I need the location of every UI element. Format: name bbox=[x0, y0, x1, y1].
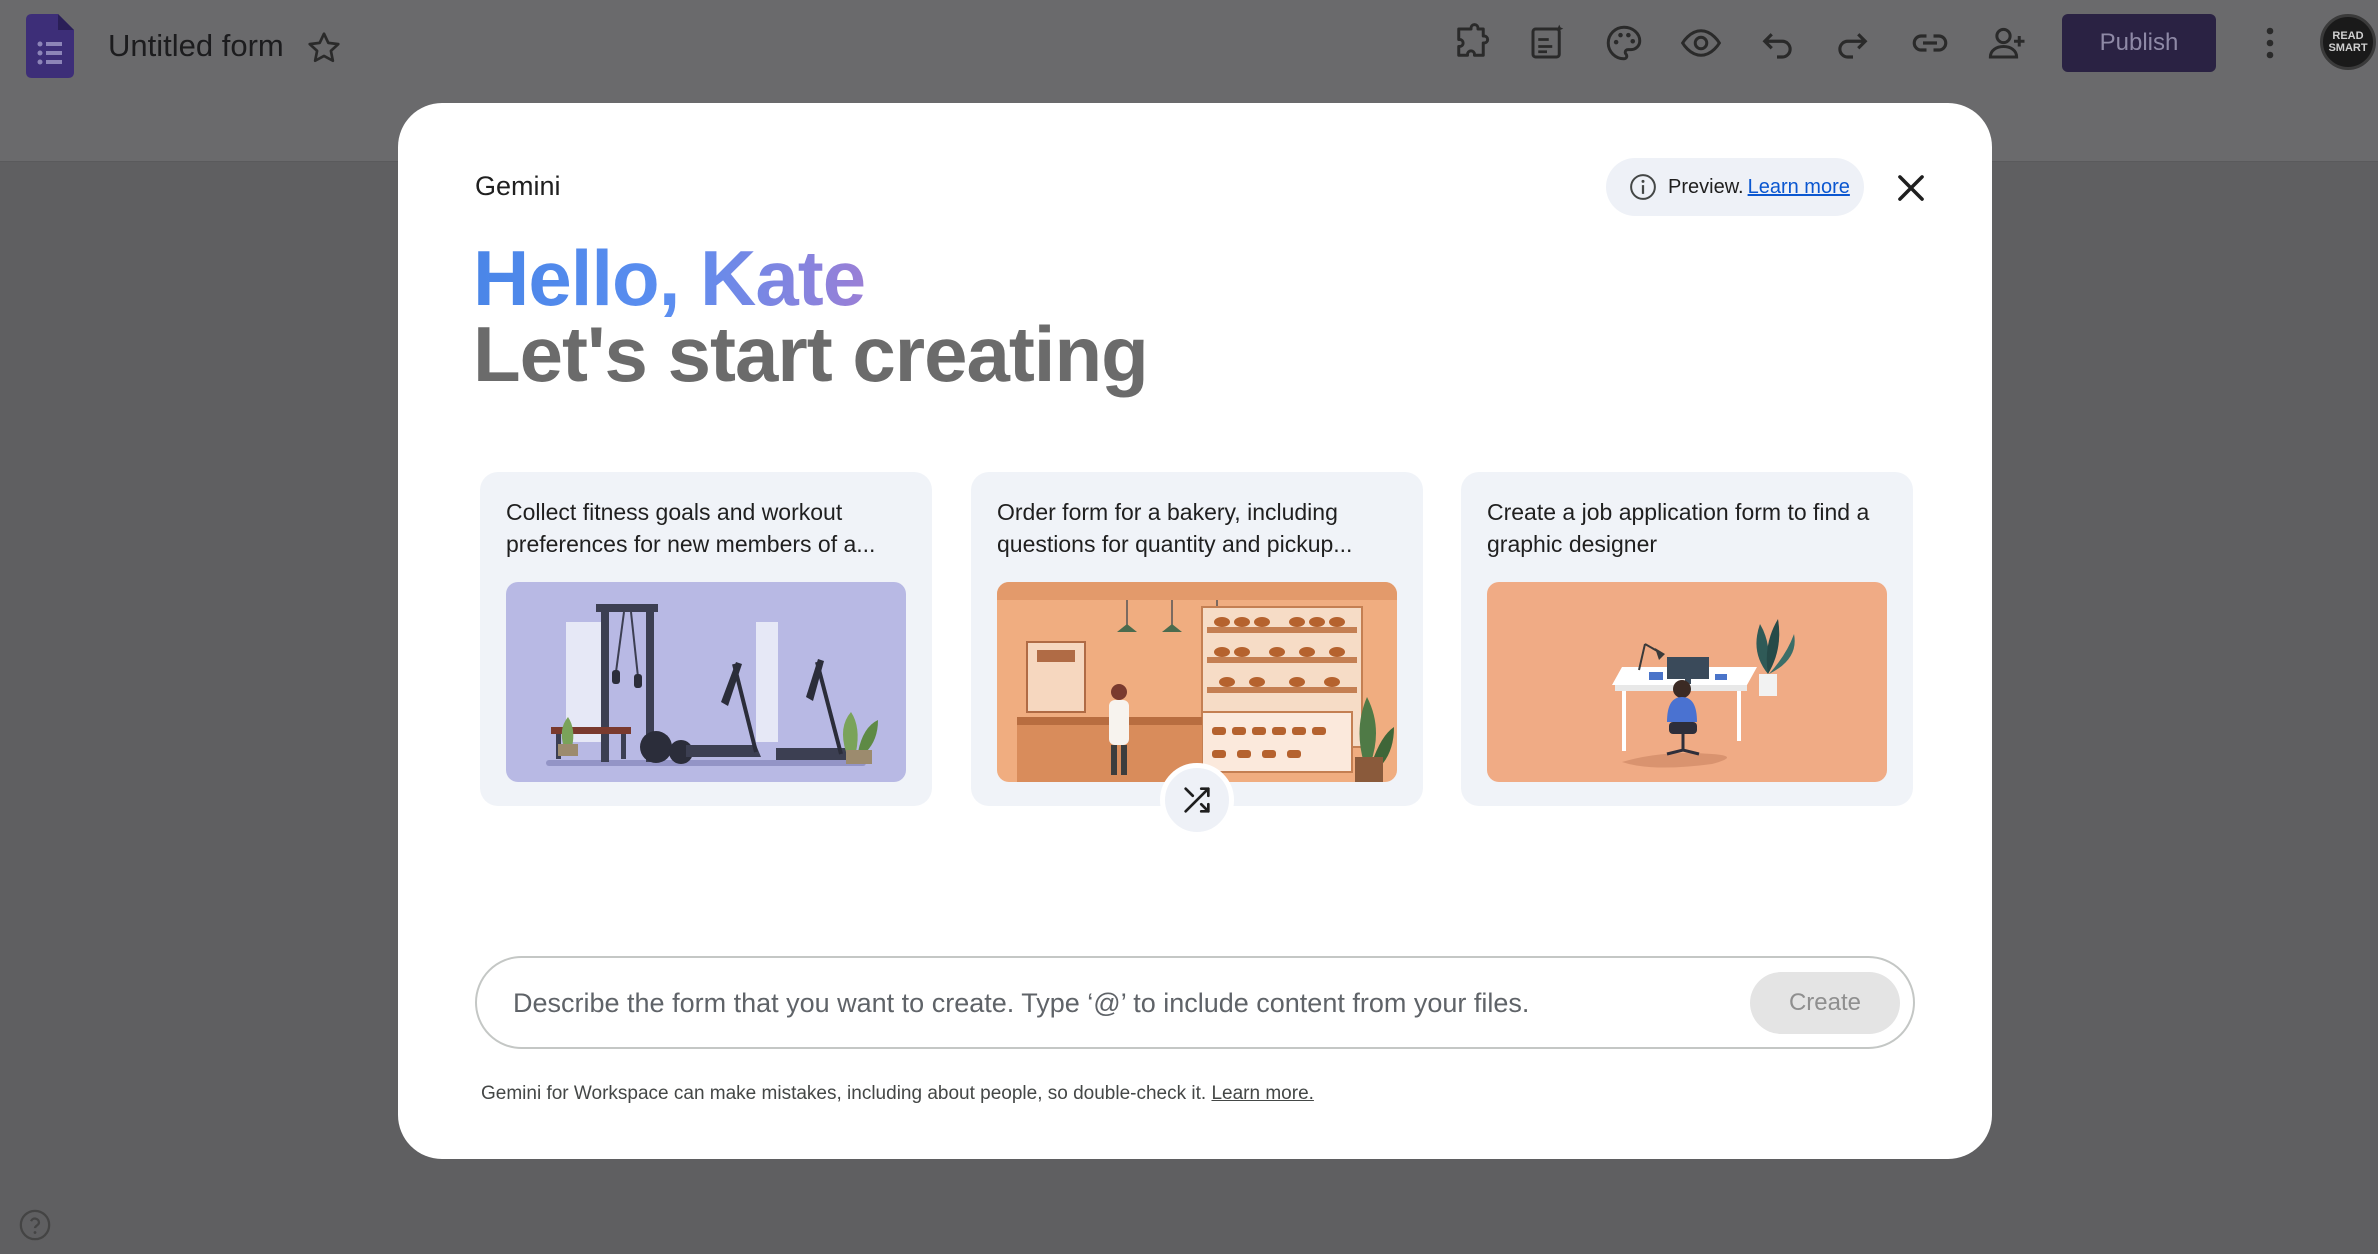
create-button[interactable]: Create bbox=[1750, 972, 1900, 1034]
redo-icon[interactable] bbox=[1832, 22, 1874, 64]
subheading: Let's start creating bbox=[473, 310, 1149, 398]
forms-logo-icon[interactable] bbox=[26, 14, 74, 78]
disclaimer-text: Gemini for Workspace can make mistakes, … bbox=[481, 1083, 1207, 1104]
prompt-input[interactable] bbox=[513, 978, 1713, 1028]
star-icon[interactable] bbox=[306, 30, 342, 66]
suggestion-card-text: Collect fitness goals and workout prefer… bbox=[506, 499, 876, 557]
suggestion-card-text: Create a job application form to find a … bbox=[1487, 499, 1870, 557]
undo-icon[interactable] bbox=[1756, 22, 1798, 64]
extension-icon[interactable] bbox=[1450, 22, 1492, 64]
prompt-box: Create bbox=[475, 956, 1915, 1049]
designer-desk-illustration bbox=[1487, 582, 1887, 782]
help-icon[interactable] bbox=[18, 1208, 52, 1242]
learn-more-link[interactable]: Learn more bbox=[1748, 176, 1850, 199]
gym-illustration bbox=[506, 582, 906, 782]
disclaimer: Gemini for Workspace can make mistakes, … bbox=[481, 1083, 1314, 1105]
suggestion-card-designer[interactable]: Create a job application form to find a … bbox=[1461, 472, 1913, 806]
preview-eye-icon[interactable] bbox=[1680, 22, 1722, 64]
add-collaborator-icon[interactable] bbox=[1986, 22, 2028, 64]
shuffle-button[interactable] bbox=[1160, 763, 1234, 837]
disclaimer-learn-more-link[interactable]: Learn more. bbox=[1211, 1083, 1313, 1104]
palette-icon[interactable] bbox=[1603, 22, 1645, 64]
preview-badge: Preview. Learn more bbox=[1606, 158, 1864, 216]
shuffle-icon bbox=[1184, 787, 1210, 813]
gemini-dialog: Gemini Preview. Learn more Hello, Kate L… bbox=[398, 103, 1992, 1159]
dialog-brand: Gemini bbox=[475, 171, 561, 201]
info-icon bbox=[1630, 174, 1656, 200]
preview-text: Preview. bbox=[1668, 175, 1744, 198]
link-icon[interactable] bbox=[1909, 22, 1951, 64]
suggestion-card-bakery[interactable]: Order form for a bakery, including quest… bbox=[971, 472, 1423, 806]
customize-icon[interactable] bbox=[1526, 22, 1568, 64]
more-options-icon[interactable] bbox=[2252, 22, 2288, 64]
avatar[interactable]: READ SMART bbox=[2320, 14, 2376, 70]
suggestion-card-text: Order form for a bakery, including quest… bbox=[997, 499, 1353, 557]
publish-button[interactable]: Publish bbox=[2062, 14, 2216, 72]
bakery-illustration bbox=[997, 582, 1397, 782]
suggestion-card-fitness[interactable]: Collect fitness goals and workout prefer… bbox=[480, 472, 932, 806]
form-title[interactable]: Untitled form bbox=[108, 28, 284, 64]
close-icon[interactable] bbox=[1892, 169, 1930, 207]
